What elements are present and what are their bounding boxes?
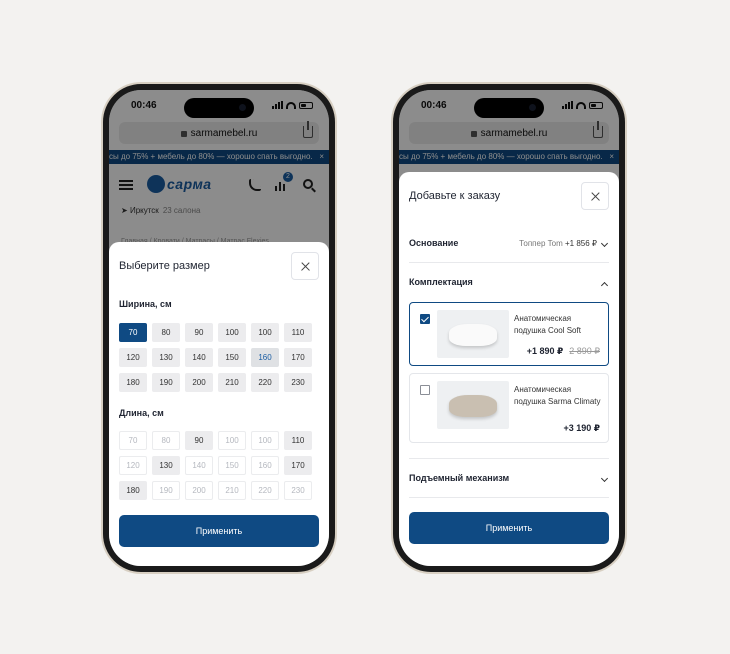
product-price: +1 890 ₽2 890 ₽: [526, 346, 600, 356]
chevron-down-icon: [600, 474, 609, 483]
width-option[interactable]: 210: [218, 373, 246, 392]
length-option: 150: [218, 456, 246, 475]
length-option[interactable]: 90: [185, 431, 213, 450]
length-option[interactable]: 180: [119, 481, 147, 500]
product-card[interactable]: Анатомическая подушка Cool Soft +1 890 ₽…: [409, 302, 609, 366]
product-price: +3 190 ₽: [563, 423, 600, 433]
width-option[interactable]: 230: [284, 373, 312, 392]
product-checkbox[interactable]: [420, 385, 430, 395]
width-option[interactable]: 160: [251, 348, 279, 367]
width-options: 70 80 90 100 100 110 120 130 140 150 160 170 180 190 2…: [119, 323, 319, 392]
pillow-image: [449, 324, 497, 346]
divider: [409, 458, 609, 459]
sheet-title: Выберите размер: [119, 260, 210, 272]
length-label: Длина, см: [119, 408, 164, 418]
length-option: 140: [185, 456, 213, 475]
screen-right: 00:46 sarmamebel.ru сы до 75% + мебель д…: [399, 90, 619, 566]
screen-left: 00:46 sarmamebel.ru сы до 75% + мебель д…: [109, 90, 329, 566]
width-option[interactable]: 70: [119, 323, 147, 342]
size-picker-sheet: Выберите размер Ширина, см 70 80 90 100 100 1…: [109, 242, 329, 566]
product-image: [437, 381, 509, 429]
length-option: 190: [152, 481, 180, 500]
product-name: Анатомическая подушка Cool Soft: [514, 314, 581, 335]
width-option[interactable]: 150: [218, 348, 246, 367]
width-option[interactable]: 100: [218, 323, 246, 342]
close-icon[interactable]: [291, 252, 319, 280]
length-option[interactable]: 170: [284, 456, 312, 475]
width-option[interactable]: 130: [152, 348, 180, 367]
width-option[interactable]: 110: [284, 323, 312, 342]
lift-row[interactable]: Подъемный механизм: [409, 473, 609, 487]
divider: [409, 262, 609, 263]
base-label: Основание: [409, 238, 459, 248]
chevron-down-icon: [600, 239, 609, 248]
product-card[interactable]: Анатомическая подушка Sarma Climaty +3 1…: [409, 373, 609, 443]
kit-row[interactable]: Комплектация: [409, 277, 609, 291]
width-label: Ширина, см: [119, 299, 172, 309]
chevron-up-icon: [600, 281, 609, 290]
phone-frame-left: 00:46 sarmamebel.ru сы до 75% + мебель д…: [101, 82, 337, 574]
width-option[interactable]: 190: [152, 373, 180, 392]
width-option[interactable]: 180: [119, 373, 147, 392]
width-option[interactable]: 140: [185, 348, 213, 367]
kit-label: Комплектация: [409, 277, 473, 287]
length-option: 100: [218, 431, 246, 450]
length-options: 70 80 90 100 100 110 120 130 140 150 160 170 180 190 2…: [119, 431, 319, 500]
base-value: Топпер Tom +1 856 ₽: [519, 239, 597, 248]
lift-label: Подъемный механизм: [409, 473, 510, 483]
width-option[interactable]: 220: [251, 373, 279, 392]
width-option[interactable]: 170: [284, 348, 312, 367]
close-icon[interactable]: [581, 182, 609, 210]
length-option[interactable]: 130: [152, 456, 180, 475]
phone-frame-right: 00:46 sarmamebel.ru сы до 75% + мебель д…: [391, 82, 627, 574]
length-option[interactable]: 110: [284, 431, 312, 450]
divider: [409, 497, 609, 498]
product-checkbox[interactable]: [420, 314, 430, 324]
length-option: 120: [119, 456, 147, 475]
width-option[interactable]: 120: [119, 348, 147, 367]
pillow-image: [449, 395, 497, 417]
length-option: 230: [284, 481, 312, 500]
product-name: Анатомическая подушка Sarma Climaty: [514, 385, 601, 406]
product-image: [437, 310, 509, 358]
length-option: 70: [119, 431, 147, 450]
width-option[interactable]: 90: [185, 323, 213, 342]
width-option[interactable]: 80: [152, 323, 180, 342]
product-old-price: 2 890 ₽: [569, 346, 600, 356]
length-option: 80: [152, 431, 180, 450]
base-row[interactable]: Основание Топпер Tom +1 856 ₽: [409, 238, 609, 252]
length-option: 220: [251, 481, 279, 500]
width-option[interactable]: 100: [251, 323, 279, 342]
sheet-title: Добавьте к заказу: [409, 190, 501, 202]
length-option: 160: [251, 456, 279, 475]
add-to-order-sheet: Добавьте к заказу Основание Топпер Tom +…: [399, 172, 619, 566]
length-option: 200: [185, 481, 213, 500]
length-option: 210: [218, 481, 246, 500]
width-option[interactable]: 200: [185, 373, 213, 392]
apply-button[interactable]: Применить: [119, 515, 319, 547]
length-option: 100: [251, 431, 279, 450]
apply-button[interactable]: Применить: [409, 512, 609, 544]
